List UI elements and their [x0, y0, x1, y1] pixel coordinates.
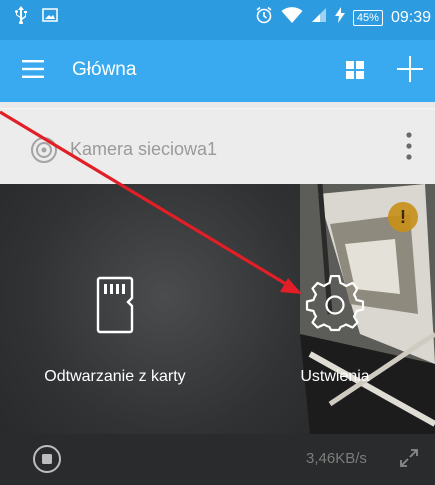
charging-icon [334, 7, 345, 28]
plus-icon[interactable] [397, 56, 423, 87]
settings-button[interactable]: Ustwienia [255, 272, 415, 386]
settings-label: Ustwienia [300, 368, 370, 385]
sd-card-playback-button[interactable]: Odtwarzanie z karty [20, 272, 210, 386]
status-time: 09:39 [390, 8, 431, 26]
stream-speed: 3,46KB/s [306, 450, 367, 467]
page-title: Główna [72, 59, 137, 80]
usb-icon [14, 6, 28, 29]
app-bar: Główna [0, 40, 435, 102]
camera-header[interactable]: Kamera sieciowa1 [0, 108, 435, 184]
expand-icon[interactable] [399, 448, 419, 473]
alarm-icon [255, 6, 273, 29]
sd-card-playback-label: Odtwarzanie z karty [44, 368, 186, 385]
grid-icon[interactable] [346, 61, 364, 84]
gear-icon [305, 274, 365, 340]
stop-icon[interactable] [32, 444, 62, 479]
signal-icon [311, 7, 327, 28]
camera-name: Kamera sieciowa1 [70, 139, 218, 159]
image-icon [42, 8, 58, 27]
more-vertical-icon[interactable] [404, 131, 414, 166]
battery-level: 45% [352, 9, 383, 26]
playback-toolbar: 3,46KB/s [0, 434, 435, 485]
sd-card-icon [94, 276, 136, 339]
menu-icon[interactable] [22, 60, 44, 78]
wifi-icon [281, 6, 303, 29]
warning-badge[interactable]: ! [388, 202, 418, 232]
camera-icon [30, 136, 58, 169]
status-bar: 45% 09:39 [0, 0, 435, 40]
